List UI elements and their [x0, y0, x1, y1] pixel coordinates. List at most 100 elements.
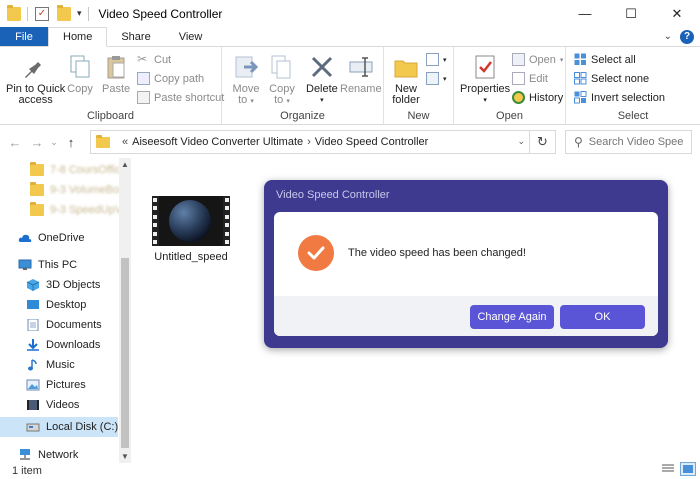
nav-item-music[interactable]: Music — [0, 355, 118, 375]
tab-view[interactable]: View — [165, 27, 217, 46]
nav-item-videos[interactable]: Videos — [0, 395, 118, 415]
copy-path-icon — [137, 72, 150, 85]
nav-item-pictures[interactable]: Pictures — [0, 375, 118, 395]
recent-locations-icon[interactable]: ⌄ — [48, 137, 60, 148]
nav-scrollbar[interactable]: ▲ ▼ — [119, 158, 131, 463]
success-check-icon — [298, 235, 334, 271]
large-icons-view-icon[interactable] — [680, 462, 696, 476]
forward-arrow-icon[interactable]: → — [26, 135, 48, 150]
nav-item-thispc[interactable]: This PC — [0, 255, 118, 275]
earth-image — [169, 200, 211, 242]
back-arrow-icon[interactable]: ← — [4, 135, 26, 150]
copy-to-button[interactable]: Copy to ▾ — [268, 53, 296, 107]
breadcrumb-item-parent[interactable]: Aiseesoft Video Converter Ultimate — [132, 136, 303, 148]
dialog-title: Video Speed Controller — [276, 189, 390, 201]
music-note-icon — [28, 359, 37, 371]
speed-changed-dialog: Video Speed Controller The video speed h… — [264, 180, 668, 348]
breadcrumb-item-current[interactable]: Video Speed Controller — [315, 136, 429, 148]
new-item-button[interactable]: ▾ — [426, 53, 447, 66]
scissors-icon: ✂ — [137, 52, 148, 66]
minimize-button[interactable]: — — [562, 0, 608, 27]
delete-dropdown-icon: ▾ — [320, 97, 324, 104]
rename-button[interactable]: Rename — [340, 53, 382, 95]
new-folder-button[interactable]: New folder — [392, 53, 420, 106]
pin-label-line2: access — [18, 94, 53, 106]
folder-icon — [30, 202, 44, 216]
paste-button[interactable]: Paste — [102, 53, 130, 95]
ribbon-tabs: File Home Share View ⌄ ? — [0, 27, 700, 47]
properties-icon — [475, 55, 495, 79]
clipboard-group-label: Clipboard — [86, 110, 135, 122]
ok-button[interactable]: OK — [560, 305, 645, 329]
properties-button[interactable]: Properties ▾ — [460, 53, 510, 106]
nav-item-label: 7-8 CoursOffic — [50, 164, 121, 176]
rename-icon — [349, 57, 373, 77]
pin-quick-access-button[interactable]: Pin to Quick access — [6, 53, 65, 106]
open-button[interactable]: Open ▾ — [512, 53, 563, 66]
nav-item-label: 3D Objects — [46, 279, 101, 291]
nav-item-label: Music — [46, 359, 75, 371]
customize-quick-access-icon[interactable]: ▾ — [77, 8, 82, 19]
new-group-label: New — [407, 110, 430, 122]
copy-button[interactable]: Copy — [66, 53, 94, 95]
expand-ribbon-icon[interactable]: ⌄ — [664, 31, 672, 42]
new-group: New folder ▾ ▾ New — [384, 47, 454, 125]
tab-file[interactable]: File — [0, 27, 48, 46]
details-view-icon[interactable] — [660, 462, 676, 476]
file-item[interactable]: Untitled_speed — [150, 196, 232, 263]
scroll-up-icon[interactable]: ▲ — [119, 160, 131, 169]
cube-icon — [26, 279, 40, 291]
clipboard-group: Pin to Quick access Copy Paste ✂ Cut Cop… — [0, 47, 224, 125]
invert-selection-button[interactable]: Invert selection — [574, 91, 665, 104]
nav-item-onedrive[interactable]: OneDrive — [0, 228, 118, 248]
nav-item-documents[interactable]: Documents — [0, 315, 118, 335]
search-box[interactable]: ⚲ — [565, 130, 692, 154]
move-to-button[interactable]: Move to ▾ — [232, 53, 260, 107]
paste-shortcut-button[interactable]: Paste shortcut — [137, 91, 224, 104]
breadcrumb-overflow[interactable]: « — [122, 136, 128, 148]
nav-item-quickaccess-1[interactable]: 7-8 CoursOffic — [0, 160, 121, 180]
help-icon[interactable]: ? — [680, 29, 694, 44]
download-icon — [27, 339, 39, 351]
tab-home[interactable]: Home — [48, 27, 108, 47]
nav-item-label: Network — [38, 449, 79, 461]
videos-icon — [27, 400, 39, 410]
change-again-button[interactable]: Change Again — [470, 305, 554, 329]
tab-share[interactable]: Share — [107, 27, 164, 46]
documents-icon — [27, 319, 39, 331]
address-bar[interactable]: « Aiseesoft Video Converter Ultimate › Vide… — [90, 130, 556, 154]
edit-button[interactable]: Edit — [512, 72, 548, 85]
up-arrow-icon[interactable]: ↑ — [60, 135, 82, 150]
search-input[interactable] — [588, 136, 684, 148]
new-item-icon — [426, 53, 439, 66]
nav-item-localdisk[interactable]: Local Disk (C:) — [0, 417, 118, 437]
select-all-icon — [574, 53, 586, 65]
new-folder-label-line2: folder — [392, 94, 420, 106]
organize-group: Move to ▾ Copy to ▾ Delete ▾ Rename Orga… — [222, 47, 384, 125]
address-dropdown-icon[interactable]: ⌄ — [517, 136, 525, 147]
nav-item-desktop[interactable]: Desktop — [0, 295, 118, 315]
nav-item-3dobjects[interactable]: 3D Objects — [0, 275, 118, 295]
item-count: 1 item — [12, 464, 42, 477]
refresh-icon[interactable]: ↻ — [529, 131, 555, 153]
new-folder-quick-icon[interactable] — [57, 4, 71, 21]
nav-item-quickaccess-3[interactable]: 9-3 SpeedUpVi — [0, 200, 124, 220]
delete-button[interactable]: Delete ▾ — [306, 53, 338, 106]
close-button[interactable]: ✕ — [654, 0, 700, 27]
properties-check-icon[interactable]: ✓ — [35, 6, 49, 21]
select-all-button[interactable]: Select all — [574, 53, 636, 66]
select-none-button[interactable]: Select none — [574, 72, 649, 85]
maximize-button[interactable]: ☐ — [608, 0, 654, 27]
cut-button[interactable]: ✂ Cut — [137, 53, 171, 66]
video-thumbnail — [152, 196, 230, 246]
easy-access-button[interactable]: ▾ — [426, 72, 447, 85]
nav-item-label: 9-3 VolumeBoo — [50, 184, 126, 196]
history-button[interactable]: History — [512, 91, 563, 104]
nav-item-quickaccess-2[interactable]: 9-3 VolumeBoo — [0, 180, 125, 200]
nav-item-label: This PC — [38, 259, 78, 271]
scroll-down-icon[interactable]: ▼ — [119, 452, 131, 461]
scrollbar-thumb[interactable] — [121, 258, 129, 448]
copy-path-button[interactable]: Copy path — [137, 72, 204, 85]
nav-item-downloads[interactable]: Downloads — [0, 335, 118, 355]
select-group-label: Select — [617, 110, 649, 122]
